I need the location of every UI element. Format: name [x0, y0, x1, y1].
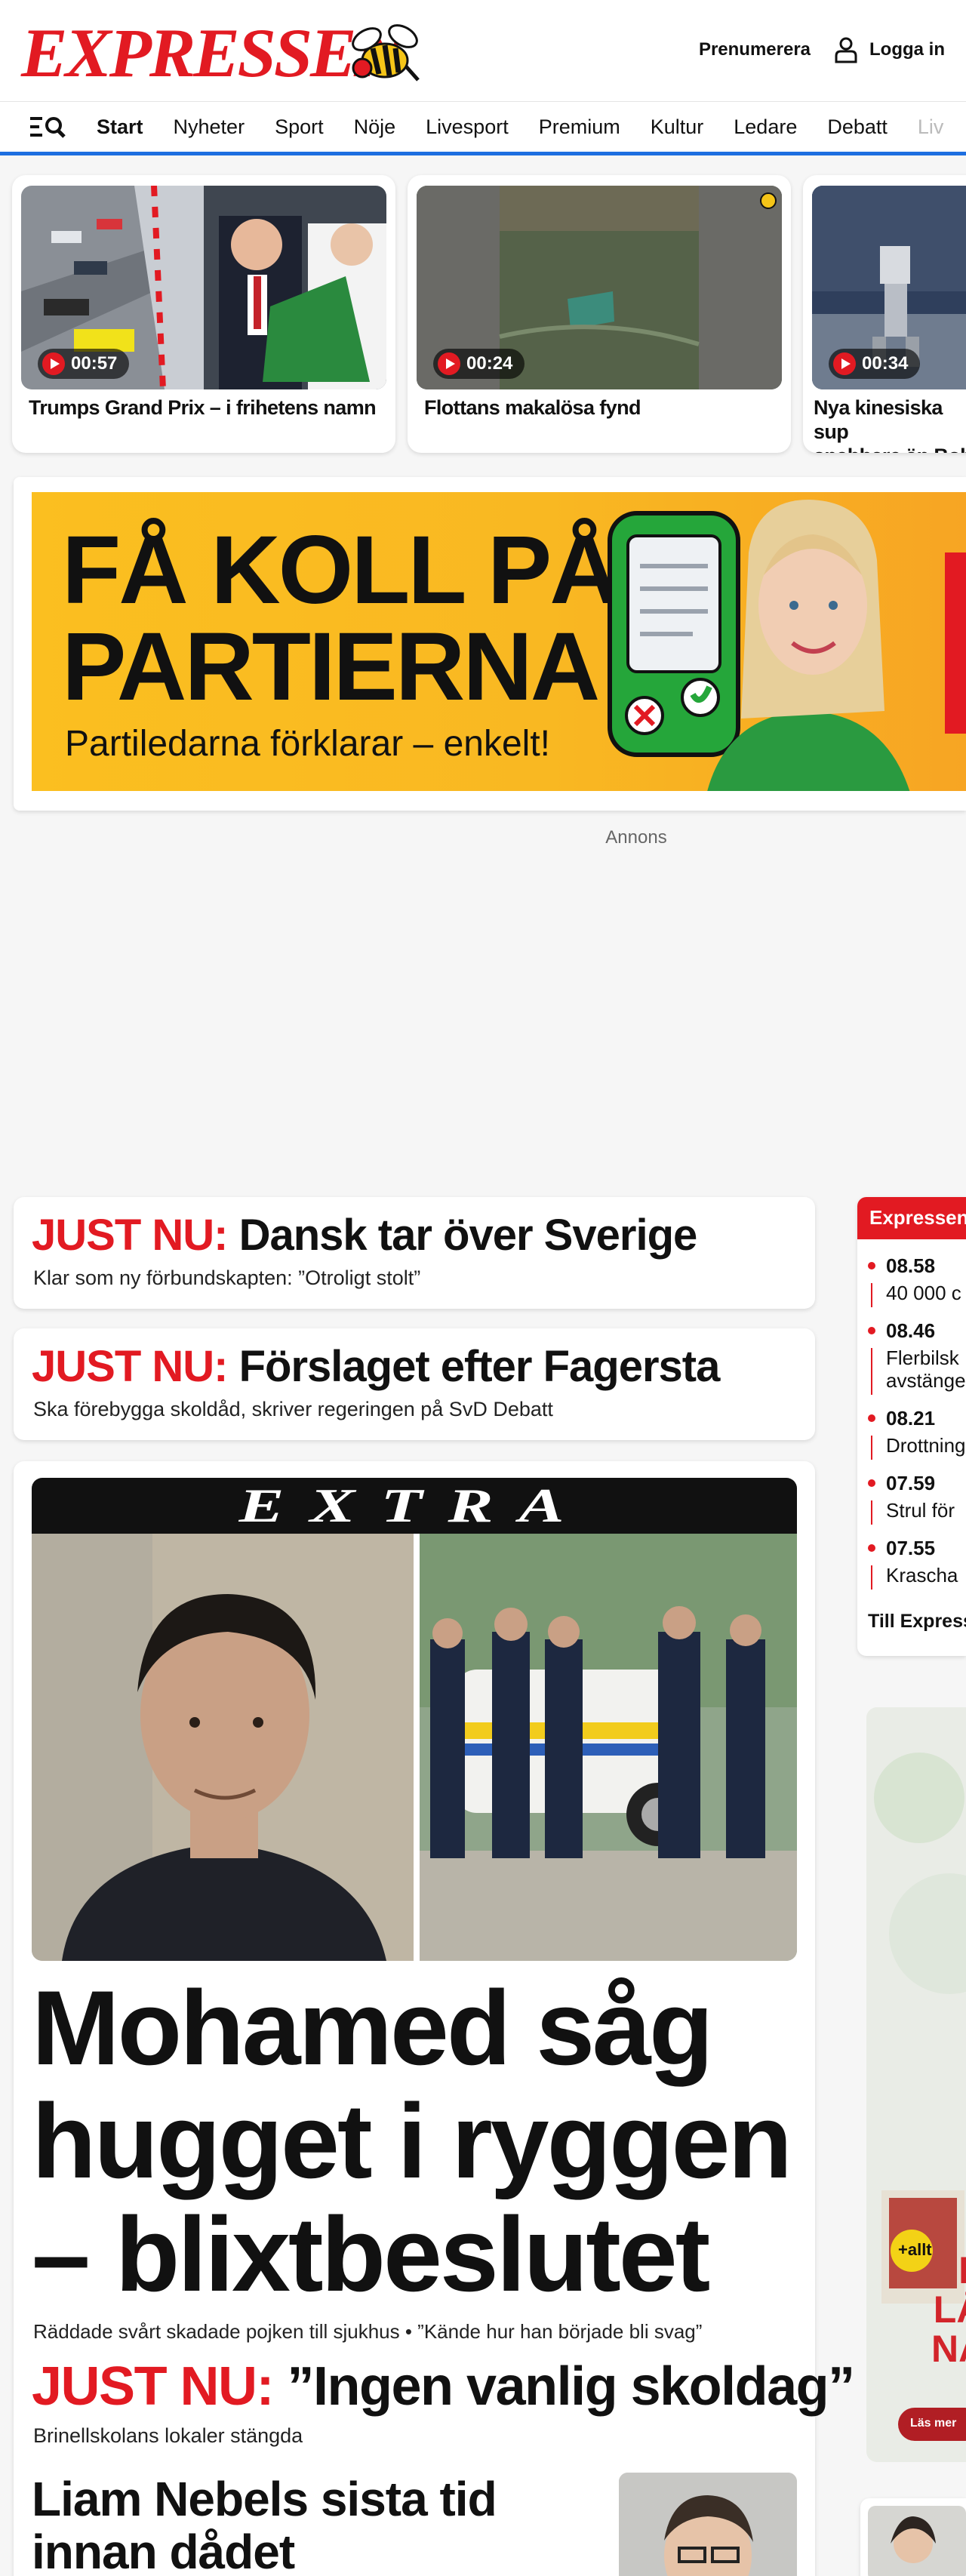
- live-feed-link[interactable]: Till Express: [868, 1611, 966, 1633]
- live-dot-icon: [868, 1544, 875, 1552]
- video-card[interactable]: 00:57 Trumps Grand Prix – i frihetens na…: [12, 175, 395, 453]
- top-links: Prenumerera Logga in: [699, 36, 945, 63]
- extra-label: EXTRA: [238, 1479, 590, 1532]
- extra-images: [32, 1534, 797, 1961]
- video-thumbnail: 00:34: [812, 186, 966, 389]
- video-duration: 00:34: [829, 349, 921, 379]
- nav-item-nyheter[interactable]: Nyheter: [174, 115, 245, 139]
- nav-item-start[interactable]: Start: [97, 115, 143, 139]
- nav-item-ledare[interactable]: Ledare: [734, 115, 797, 139]
- play-icon: [42, 352, 65, 375]
- live-dot-icon: [868, 1327, 875, 1334]
- extra-photo: [32, 1534, 797, 1961]
- news-card[interactable]: JUST NU: Förslaget efter Fagersta Ska fö…: [14, 1328, 815, 1440]
- extra-just-nu-subline: Brinellskolans lokaler stängda: [33, 2424, 303, 2447]
- liam-headline[interactable]: Liam Nebels sista tid innan dådet: [32, 2473, 497, 2576]
- nav-item-liv[interactable]: Liv: [918, 115, 944, 139]
- play-icon: [833, 352, 856, 375]
- site-header: EXPRESSEN Prenumerera Logga in Start Nyh…: [0, 0, 966, 155]
- video-card[interactable]: 00:24 Flottans makalösa fynd: [408, 175, 791, 453]
- wasp-logo-icon: [352, 24, 420, 82]
- ad-headline: FÅ KOLL PÅ PARTIERNA: [62, 516, 620, 721]
- nav-items: Start Nyheter Sport Nöje Livesport Premi…: [30, 102, 943, 152]
- extra-banner: EXTRA: [32, 1478, 797, 1534]
- ad-person-image: [707, 500, 966, 791]
- ad-banner[interactable]: FÅ KOLL PÅ PARTIERNA Partiledarna förkla…: [32, 492, 966, 791]
- nav-item-livesport[interactable]: Livesport: [426, 115, 509, 139]
- video-thumbnail: 00:24: [417, 186, 782, 389]
- side-article-card[interactable]: [860, 2498, 966, 2576]
- news-headline: JUST NU: Dansk tar över Sverige: [32, 1211, 697, 1260]
- side-ad-text: H LÅN NÄR: [931, 2251, 966, 2370]
- ad-label: Annons: [605, 827, 667, 848]
- live-item[interactable]: 07.55 Krascha: [868, 1537, 966, 1597]
- video-title: Nya kinesiska sup snabbare än Bolt: [814, 396, 966, 453]
- portrait-image: [619, 2473, 797, 2576]
- live-feed-title[interactable]: Expressen Live: [857, 1197, 966, 1239]
- video-title: Trumps Grand Prix – i frihetens namn: [29, 396, 377, 419]
- ad-subline: Partiledarna förklarar – enkelt!: [65, 724, 550, 764]
- news-headline: JUST NU: Förslaget efter Fagersta: [32, 1342, 720, 1391]
- subscribe-link[interactable]: Prenumerera: [699, 39, 811, 60]
- ad-card[interactable]: FÅ KOLL PÅ PARTIERNA Partiledarna förkla…: [14, 477, 966, 811]
- side-article-image: [868, 2506, 966, 2576]
- video-thumbnail: 00:57: [21, 186, 386, 389]
- live-dot-icon: [868, 1414, 875, 1422]
- nav-item-sport[interactable]: Sport: [275, 115, 324, 139]
- login-button[interactable]: Logga in: [833, 36, 945, 63]
- extra-subline: Räddade svårt skadade pojken till sjukhu…: [33, 2320, 703, 2343]
- extra-article-card[interactable]: EXTRA Mohamed såg hugget i ryggen – blix…: [14, 1461, 855, 2576]
- live-item[interactable]: 08.58 40 000 c: [868, 1254, 966, 1315]
- live-feed: Expressen Live 08.58 40 000 c 08.46 Fler…: [857, 1197, 966, 1656]
- main-nav: Start Nyheter Sport Nöje Livesport Premi…: [0, 101, 966, 155]
- news-subline: Klar som ny förbundskapten: ”Otroligt st…: [33, 1266, 421, 1289]
- nav-item-kultur[interactable]: Kultur: [651, 115, 704, 139]
- nav-item-debatt[interactable]: Debatt: [827, 115, 888, 139]
- page: EXPRESSEN Prenumerera Logga in Start Nyh…: [0, 0, 966, 2576]
- side-ad[interactable]: +allt H LÅN NÄR Läs mer: [866, 1707, 966, 2462]
- news-card[interactable]: JUST NU: Dansk tar över Sverige Klar som…: [14, 1197, 815, 1309]
- logo-row: EXPRESSEN Prenumerera Logga in: [0, 0, 966, 100]
- liam-image: [619, 2473, 797, 2576]
- extra-headline: Mohamed såg hugget i ryggen – blixtbeslu…: [32, 1968, 792, 2313]
- live-item[interactable]: 08.21 Drottning: [868, 1407, 966, 1467]
- extra-just-nu-headline[interactable]: JUST NU: ”Ingen vanlig skoldag”: [32, 2356, 855, 2417]
- video-duration: 00:24: [433, 349, 525, 379]
- live-dot-icon: [868, 1479, 875, 1487]
- news-subline: Ska förebygga skoldåd, skriver regeringe…: [33, 1398, 553, 1420]
- play-icon: [438, 352, 460, 375]
- nav-item-premium[interactable]: Premium: [539, 115, 620, 139]
- menu-search-icon[interactable]: [30, 115, 66, 139]
- user-icon: [835, 37, 857, 63]
- live-dot-icon: [868, 1262, 875, 1270]
- side-ad-button[interactable]: Läs mer: [898, 2408, 966, 2441]
- live-item[interactable]: 08.46 Flerbilsk avstänge: [868, 1319, 966, 1402]
- login-label: Logga in: [869, 39, 945, 60]
- video-card[interactable]: 00:34 Nya kinesiska sup snabbare än Bolt: [803, 175, 966, 453]
- video-duration: 00:57: [38, 349, 130, 379]
- live-item[interactable]: 07.59 Strul för: [868, 1472, 966, 1532]
- video-title: Flottans makalösa fynd: [424, 396, 641, 419]
- side-ad-brand: +allt: [898, 2240, 932, 2259]
- nav-item-noje[interactable]: Nöje: [354, 115, 396, 139]
